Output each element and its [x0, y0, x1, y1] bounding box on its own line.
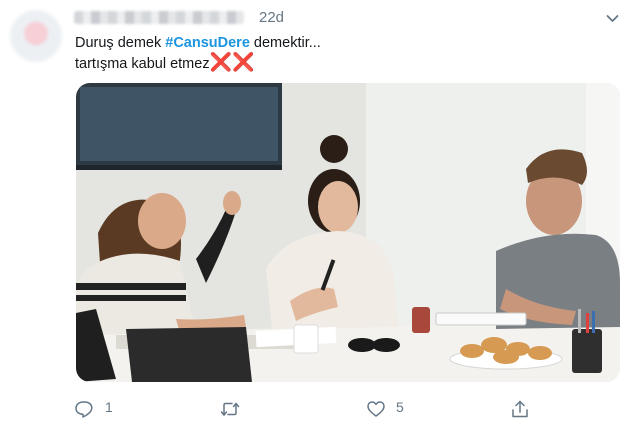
tweet: 22d Duruş demek #CansuDere demektir... t… — [0, 0, 640, 434]
heart-icon[interactable] — [366, 399, 386, 419]
reply-icon[interactable] — [74, 399, 94, 419]
tweet-photo[interactable] — [76, 83, 620, 382]
tweet-text-line-2: tartışma kabul etmez❌❌ — [75, 52, 321, 75]
meeting-photo — [76, 83, 620, 382]
text-segment: Duruş demek — [75, 35, 166, 51]
share-icon[interactable] — [510, 399, 530, 419]
blurred-username[interactable] — [74, 11, 244, 24]
chevron-down-icon[interactable] — [606, 12, 619, 25]
reply-count: 1 — [105, 399, 113, 415]
retweet-icon[interactable] — [220, 399, 240, 419]
like-count: 5 — [396, 399, 404, 415]
tweet-text: Duruş demek #CansuDere demektir... tartı… — [75, 33, 321, 75]
tweet-text-line-1: Duruş demek #CansuDere demektir... — [75, 33, 321, 54]
avatar[interactable] — [10, 10, 62, 62]
text-segment: tartışma kabul etmez — [75, 56, 210, 72]
tweet-timestamp[interactable]: 22d — [259, 9, 284, 26]
hashtag-link[interactable]: #CansuDere — [165, 35, 250, 51]
cross-mark-emoji: ❌❌ — [209, 52, 255, 72]
text-segment: demektir... — [249, 35, 321, 51]
